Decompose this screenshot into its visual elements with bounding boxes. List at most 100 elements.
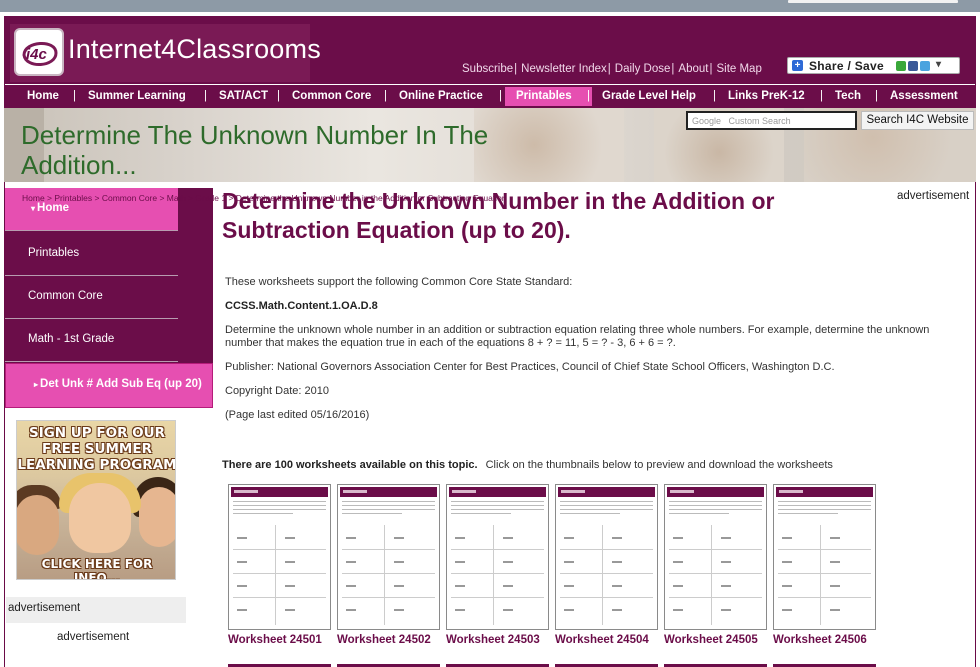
sidebar-item-printables[interactable]: Printables bbox=[5, 233, 178, 276]
worksheet-thumbnail-text-line bbox=[342, 509, 435, 510]
worksheet-thumbnail-text-line bbox=[669, 509, 762, 510]
worksheet-link[interactable]: Worksheet 24505 bbox=[664, 634, 758, 646]
worksheet-thumbnail-problem bbox=[394, 537, 404, 539]
edited-text: (Page last edited 05/16/2016) bbox=[225, 409, 370, 421]
site-header: i4c Internet4Classrooms Subscribe| Newsle… bbox=[4, 16, 976, 84]
facebook-share-icon[interactable] bbox=[908, 61, 918, 71]
site-logo[interactable]: i4c Internet4Classrooms bbox=[10, 24, 321, 82]
worksheet-thumbnail-problem bbox=[346, 609, 356, 611]
email-share-icon[interactable] bbox=[896, 61, 906, 71]
worksheet-thumbnail-problem bbox=[285, 561, 295, 563]
worksheet-thumbnail-text-line bbox=[342, 505, 435, 506]
worksheet-thumbnail-text-line bbox=[451, 513, 511, 514]
worksheet-thumbnail-divider bbox=[384, 525, 385, 625]
browser-top-strip bbox=[0, 0, 980, 12]
triangle-down-icon: ▾ bbox=[31, 204, 36, 213]
top-link-about[interactable]: About bbox=[678, 63, 708, 75]
top-link-daily-dose[interactable]: Daily Dose bbox=[615, 63, 671, 75]
worksheet-thumbnail-text-line bbox=[233, 501, 326, 502]
share-save-button[interactable]: + Share / Save ▾ bbox=[787, 57, 960, 74]
worksheet-link[interactable]: Worksheet 24504 bbox=[555, 634, 649, 646]
worksheet-thumbnail-text-line bbox=[560, 505, 653, 506]
worksheet-thumbnail-problem bbox=[455, 609, 465, 611]
worksheet-thumbnail[interactable] bbox=[228, 484, 331, 630]
worksheet-thumbnail-problem bbox=[237, 537, 247, 539]
sidebar-ad-label: advertisement bbox=[6, 597, 186, 623]
worksheet-link[interactable]: Worksheet 24502 bbox=[337, 634, 431, 646]
nav-item-tech[interactable]: Tech bbox=[820, 85, 861, 108]
worksheet-thumbnail-rule bbox=[233, 573, 326, 574]
nav-item-printables[interactable]: Printables bbox=[499, 87, 592, 106]
nav-item-common-core[interactable]: Common Core bbox=[277, 85, 371, 108]
sidebar-item-common-core[interactable]: Common Core bbox=[5, 276, 178, 319]
worksheet-thumbnail-text-line bbox=[778, 505, 871, 506]
search-input[interactable]: Google Custom Search bbox=[686, 111, 857, 130]
top-link-site-map[interactable]: Site Map bbox=[716, 63, 761, 75]
worksheet-thumbnail-rule bbox=[451, 573, 544, 574]
breadcrumb[interactable]: Home > Printables > Common Core > Math >… bbox=[22, 193, 507, 203]
worksheet-thumbnail-problem bbox=[673, 585, 683, 587]
worksheet-thumbnail[interactable] bbox=[664, 484, 767, 630]
sidebar-item-det-unk-add-sub-eq-up-20[interactable]: ▸ Det Unk # Add Sub Eq (up 20) bbox=[5, 363, 213, 408]
worksheet-thumbnail[interactable] bbox=[555, 484, 658, 630]
worksheet-thumbnail-text-line bbox=[342, 513, 402, 514]
top-link-separator: | bbox=[607, 63, 611, 75]
promo-photo-face-center bbox=[69, 483, 131, 553]
worksheet-thumbnail-rule bbox=[560, 573, 653, 574]
promo-cta[interactable]: CLICK HERE FOR INFO... bbox=[17, 557, 175, 579]
worksheet-thumbnail-rule bbox=[233, 597, 326, 598]
worksheet-link[interactable]: Worksheet 24506 bbox=[773, 634, 867, 646]
worksheet-thumbnail-problem bbox=[346, 561, 356, 563]
promo-photo-face-right bbox=[139, 487, 175, 547]
twitter-share-icon[interactable] bbox=[920, 61, 930, 71]
worksheet-thumbnail-problem bbox=[346, 585, 356, 587]
top-link-separator: | bbox=[514, 63, 518, 75]
top-link-subscribe[interactable]: Subscribe bbox=[462, 63, 513, 75]
sidebar-item-label: Math - 1st Grade bbox=[28, 333, 115, 345]
worksheet-thumbnail-header bbox=[449, 487, 546, 497]
worksheet-thumbnail-problem bbox=[237, 609, 247, 611]
summer-program-promo[interactable]: SIGN UP FOR OUR FREE SUMMER LEARNING PRO… bbox=[16, 420, 176, 580]
worksheet-thumbnail-text-line bbox=[778, 513, 838, 514]
logo-badge-icon: i4c bbox=[14, 28, 64, 76]
worksheet-thumbnail-problem bbox=[782, 537, 792, 539]
worksheet-thumbnail-text-line bbox=[669, 501, 762, 502]
sidebar-item-math-1st-grade[interactable]: Math - 1st Grade bbox=[5, 319, 178, 362]
worksheet-thumbnail-text-line bbox=[560, 513, 620, 514]
nav-item-grade-level-help[interactable]: Grade Level Help bbox=[587, 85, 696, 108]
worksheet-thumbnail-problem bbox=[503, 585, 513, 587]
worksheet-thumbnail-problem bbox=[782, 609, 792, 611]
nav-item-sat-act[interactable]: SAT/ACT bbox=[204, 85, 268, 108]
worksheet-thumbnail-rule bbox=[233, 549, 326, 550]
worksheet-thumbnail-problem bbox=[782, 585, 792, 587]
worksheet-thumbnail-divider bbox=[820, 525, 821, 625]
worksheet-thumbnail-rule bbox=[451, 549, 544, 550]
worksheet-thumbnail[interactable] bbox=[337, 484, 440, 630]
top-link-newsletter-index[interactable]: Newsletter Index bbox=[521, 63, 607, 75]
worksheet-thumbnail-problem bbox=[455, 537, 465, 539]
nav-item-summer-learning[interactable]: Summer Learning bbox=[73, 85, 186, 108]
logo-badge-text: i4c bbox=[26, 46, 48, 63]
worksheet-count: There are 100 worksheets available on th… bbox=[222, 459, 833, 471]
standard-description: Determine the unknown whole number in an… bbox=[225, 324, 930, 349]
nav-item-links-prek-12[interactable]: Links PreK-12 bbox=[713, 85, 805, 108]
top-link-separator: | bbox=[671, 63, 675, 75]
nav-item-assessment[interactable]: Assessment bbox=[875, 85, 958, 108]
worksheet-link[interactable]: Worksheet 24501 bbox=[228, 634, 322, 646]
sidebar-item-label: Printables bbox=[28, 247, 80, 259]
worksheet-thumbnail-problem bbox=[721, 585, 731, 587]
chevron-down-icon[interactable]: ▾ bbox=[936, 59, 941, 70]
worksheet-link[interactable]: Worksheet 24503 bbox=[446, 634, 540, 646]
worksheet-thumbnail-problem bbox=[830, 561, 840, 563]
nav-item-home[interactable]: Home bbox=[18, 85, 59, 108]
worksheet-instructions: Click on the thumbnails below to preview… bbox=[485, 459, 833, 471]
worksheet-thumbnail[interactable] bbox=[773, 484, 876, 630]
worksheet-thumbnail-header bbox=[667, 487, 764, 497]
nav-item-online-practice[interactable]: Online Practice bbox=[384, 85, 483, 108]
worksheet-thumbnail-rule bbox=[560, 597, 653, 598]
worksheet-thumbnail[interactable] bbox=[446, 484, 549, 630]
worksheet-thumbnail-divider bbox=[711, 525, 712, 625]
worksheet-thumbnail-header bbox=[340, 487, 437, 497]
search-button[interactable]: Search I4C Website bbox=[861, 111, 974, 130]
worksheet-thumbnail-rule bbox=[669, 573, 762, 574]
